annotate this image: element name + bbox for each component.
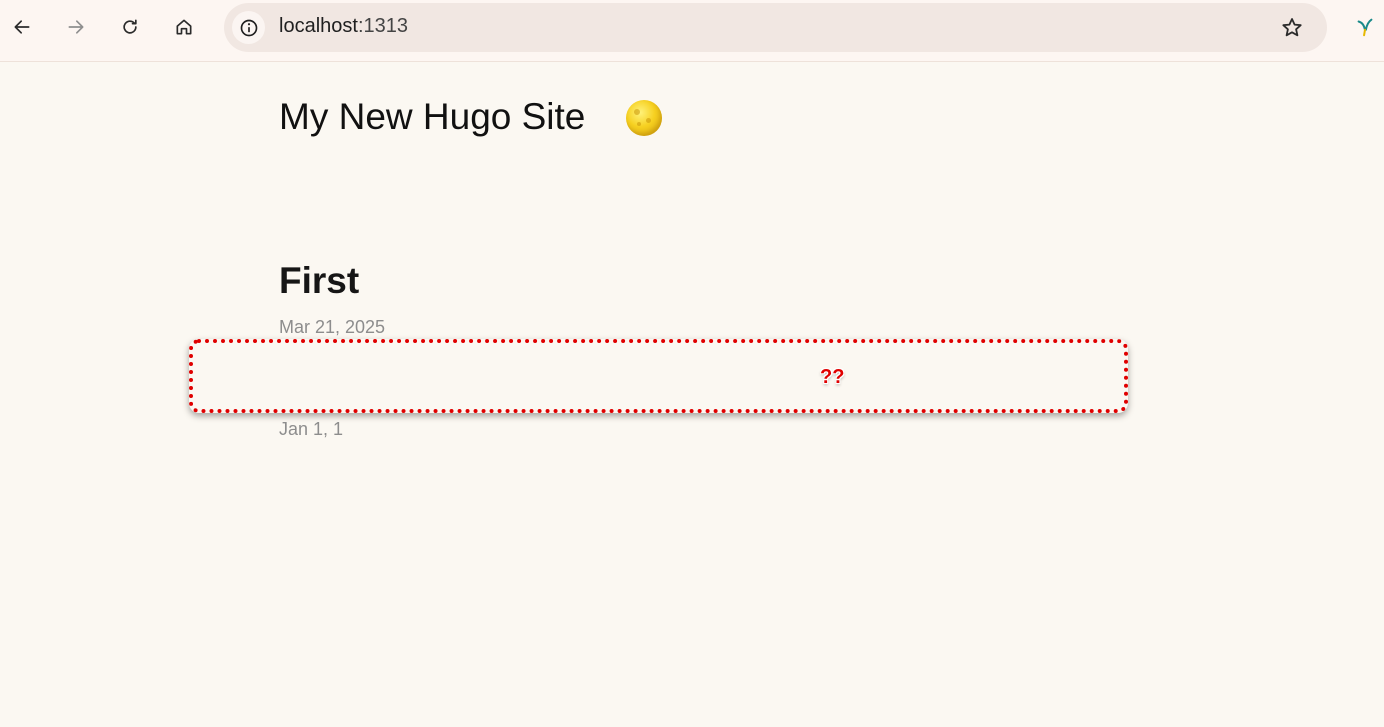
annotation-highlight-box bbox=[189, 339, 1128, 413]
post-title[interactable]: First bbox=[279, 260, 359, 302]
extension-icon bbox=[1357, 18, 1373, 37]
browser-toolbar: localhost:1313 bbox=[0, 0, 1384, 62]
reload-button[interactable] bbox=[113, 10, 147, 44]
forward-button[interactable] bbox=[59, 10, 93, 44]
url-host: localhost bbox=[279, 15, 358, 37]
site-info-button[interactable] bbox=[232, 11, 265, 44]
annotation-label: ?? bbox=[820, 366, 845, 388]
bookmark-button[interactable] bbox=[1279, 15, 1305, 41]
url-text[interactable]: localhost:1313 bbox=[279, 15, 408, 38]
star-icon bbox=[1282, 18, 1302, 37]
address-bar[interactable]: localhost:1313 bbox=[224, 3, 1327, 52]
extension-button[interactable] bbox=[1353, 14, 1377, 40]
info-icon bbox=[240, 19, 257, 36]
arrow-right-icon bbox=[68, 20, 84, 34]
arrow-left-icon bbox=[14, 20, 30, 34]
post-date: Jan 1, 1 bbox=[279, 419, 344, 439]
url-port: :1313 bbox=[357, 15, 408, 37]
home-button[interactable] bbox=[167, 10, 201, 44]
home-icon bbox=[176, 19, 192, 35]
post-date: Mar 21, 2025 bbox=[279, 317, 386, 337]
back-button[interactable] bbox=[5, 10, 39, 44]
moon-icon[interactable] bbox=[626, 100, 662, 136]
site-title[interactable]: My New Hugo Site bbox=[279, 96, 585, 138]
reload-icon bbox=[123, 19, 137, 34]
